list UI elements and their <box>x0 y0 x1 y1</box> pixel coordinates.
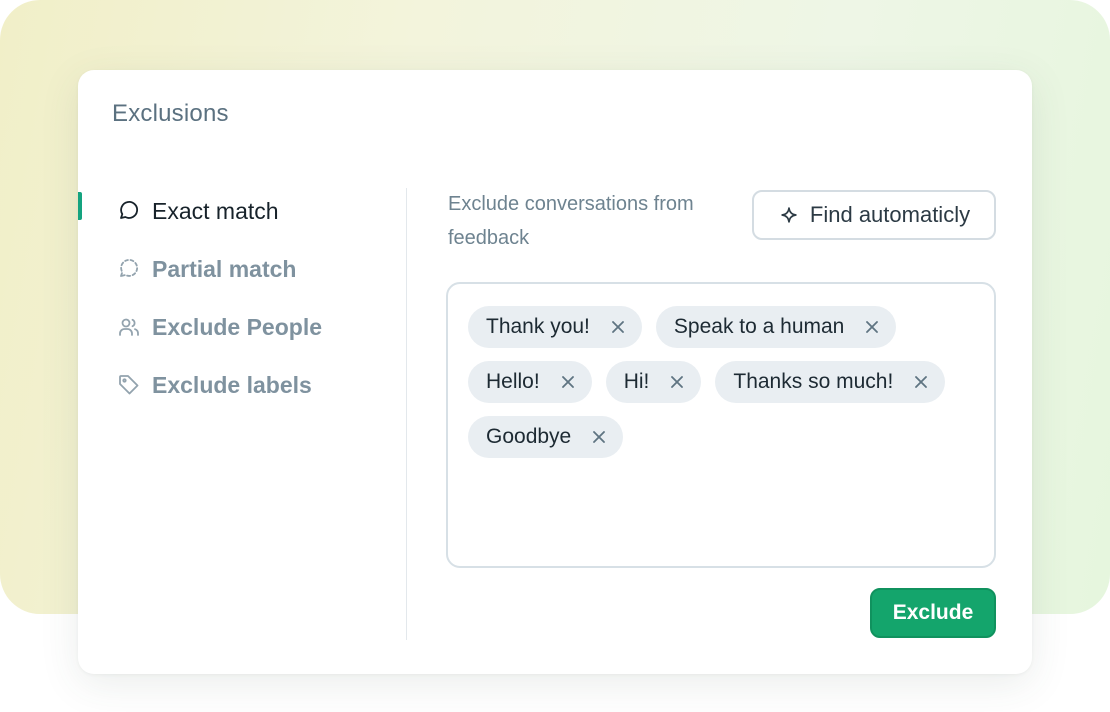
sparkle-icon <box>778 204 800 226</box>
tag-text: Hi! <box>623 370 650 393</box>
close-icon[interactable] <box>560 374 576 390</box>
tag-text: Thank you! <box>486 315 590 338</box>
find-automatically-button[interactable]: Find automaticly <box>752 190 996 240</box>
dashed-speech-bubble-icon <box>116 256 142 282</box>
close-icon[interactable] <box>591 429 607 445</box>
phrase-tag: Thanks so much! <box>715 361 946 403</box>
find-automatically-label: Find automaticly <box>809 202 971 227</box>
tag-icon <box>116 372 142 398</box>
close-icon[interactable] <box>864 319 880 335</box>
phrase-tag: Hello! <box>468 361 592 403</box>
tag-text: Hello! <box>486 370 540 393</box>
people-icon <box>116 314 142 340</box>
tag-text: Goodbye <box>486 425 572 448</box>
exclusions-panel: Exclusions Exact match Partial match Exc… <box>78 70 1032 674</box>
tag-text: Thanks so much! <box>733 370 894 393</box>
nav-item-partial-match[interactable]: Partial match <box>78 240 398 298</box>
nav-item-label: Exclude People <box>152 313 323 340</box>
nav-item-exclude-people[interactable]: Exclude People <box>78 298 398 356</box>
section-description: Exclude conversations from feedback <box>448 193 694 249</box>
exclusion-type-nav: Exact match Partial match Exclude People <box>78 182 398 414</box>
phrase-tag: Goodbye <box>468 416 624 458</box>
close-icon[interactable] <box>610 319 626 335</box>
panel-title: Exclusions <box>112 100 229 127</box>
nav-item-exact-match[interactable]: Exact match <box>78 182 398 240</box>
vertical-divider <box>406 188 407 640</box>
nav-item-label: Partial match <box>152 255 297 282</box>
phrase-tag: Thank you! <box>468 306 642 348</box>
exclude-button[interactable]: Exclude <box>870 588 996 638</box>
speech-bubble-icon <box>116 198 142 224</box>
nav-item-label: Exclude labels <box>152 371 312 398</box>
close-icon[interactable] <box>913 374 929 390</box>
phrase-tag: Hi! <box>605 361 702 403</box>
phrase-tag: Speak to a human <box>655 306 897 348</box>
close-icon[interactable] <box>669 374 685 390</box>
exclusion-phrases-input[interactable]: Thank you! Speak to a human Hello! Hi! T… <box>446 282 996 568</box>
nav-item-exclude-labels[interactable]: Exclude labels <box>78 356 398 414</box>
nav-item-label: Exact match <box>152 197 279 224</box>
tag-text: Speak to a human <box>673 315 845 338</box>
